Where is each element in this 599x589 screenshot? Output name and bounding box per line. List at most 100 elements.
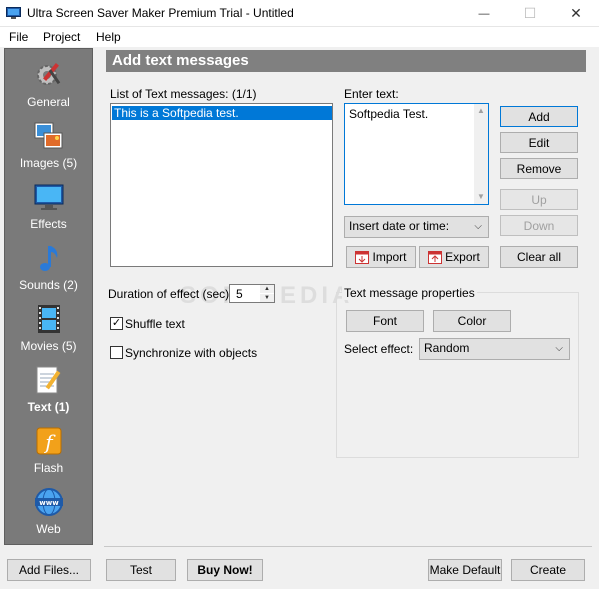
create-label: Create bbox=[529, 563, 567, 577]
add-button[interactable]: Add bbox=[500, 106, 578, 127]
footer-divider bbox=[104, 546, 592, 547]
remove-button[interactable]: Remove bbox=[500, 158, 578, 179]
insert-date-select[interactable]: Insert date or time: ⌵ bbox=[344, 216, 489, 238]
enter-text-field[interactable]: Softpedia Test. ▲ ▼ bbox=[344, 103, 489, 205]
title-bar: Ultra Screen Saver Maker Premium Trial -… bbox=[0, 0, 599, 27]
gear-tools-icon bbox=[37, 63, 61, 85]
maximize-icon: ☐ bbox=[523, 5, 537, 21]
minimize-icon: — bbox=[478, 7, 490, 20]
sidebar-item-label: Sounds (2) bbox=[19, 278, 78, 292]
maximize-button[interactable]: ☐ bbox=[507, 0, 553, 27]
sidebar: General Images (5) Effects Sounds (2) Mo… bbox=[4, 48, 93, 545]
scroll-down-icon[interactable]: ▼ bbox=[477, 192, 485, 201]
edit-button-label: Edit bbox=[528, 135, 550, 150]
images-icon bbox=[34, 122, 63, 149]
font-button-label: Font bbox=[372, 314, 397, 328]
import-button-label: Import bbox=[372, 250, 407, 264]
close-icon: ✕ bbox=[570, 5, 582, 21]
sidebar-item-flash[interactable]: f Flash bbox=[5, 421, 92, 482]
test-label: Test bbox=[129, 563, 152, 577]
text-scrollbar[interactable]: ▲ ▼ bbox=[474, 104, 488, 204]
enter-text-label: Enter text: bbox=[344, 87, 399, 101]
chevron-down-icon: ⌵ bbox=[555, 343, 563, 354]
buy-now-button[interactable]: Buy Now! bbox=[187, 559, 263, 581]
import-button[interactable]: Import bbox=[346, 246, 416, 268]
menu-bar: File Project Help bbox=[0, 27, 599, 47]
stepper-down-icon[interactable]: ▼ bbox=[260, 294, 274, 302]
import-icon bbox=[355, 250, 370, 264]
checkmark-icon: ✓ bbox=[111, 317, 122, 329]
close-button[interactable]: ✕ bbox=[553, 0, 599, 27]
make-default-label: Make Default bbox=[429, 563, 501, 577]
add-files-label: Add Files... bbox=[18, 563, 80, 577]
export-button[interactable]: Export bbox=[419, 246, 489, 268]
sidebar-item-label: Text (1) bbox=[27, 400, 70, 414]
duration-stepper[interactable]: 5 ▲ ▼ bbox=[229, 284, 275, 303]
test-button[interactable]: Test bbox=[106, 559, 176, 581]
notepad-pencil-icon bbox=[36, 366, 61, 394]
shuffle-label[interactable]: Shuffle text bbox=[125, 317, 185, 331]
up-button[interactable]: Up bbox=[500, 189, 578, 210]
create-button[interactable]: Create bbox=[511, 559, 585, 581]
add-button-label: Add bbox=[528, 109, 550, 124]
chevron-down-icon: ⌵ bbox=[474, 221, 482, 232]
color-button-label: Color bbox=[457, 314, 487, 328]
sidebar-item-images[interactable]: Images (5) bbox=[5, 116, 92, 177]
sidebar-item-label: Images (5) bbox=[19, 156, 78, 170]
sidebar-item-general[interactable]: General bbox=[5, 55, 92, 116]
messages-list[interactable]: This is a Softpedia test. bbox=[110, 103, 333, 267]
sidebar-item-effects[interactable]: Effects bbox=[5, 177, 92, 238]
color-button[interactable]: Color bbox=[433, 310, 511, 332]
select-effect-label: Select effect: bbox=[344, 342, 414, 356]
list-item[interactable]: This is a Softpedia test. bbox=[112, 106, 332, 120]
shuffle-checkbox[interactable]: ✓ bbox=[110, 317, 123, 330]
remove-button-label: Remove bbox=[516, 161, 562, 176]
film-icon bbox=[38, 305, 60, 333]
sidebar-item-sounds[interactable]: Sounds (2) bbox=[5, 238, 92, 299]
buy-now-label: Buy Now! bbox=[197, 563, 253, 577]
sidebar-item-label: General bbox=[27, 95, 70, 109]
down-button-label: Down bbox=[523, 218, 555, 233]
menu-project[interactable]: Project bbox=[43, 30, 80, 44]
flash-icon: f bbox=[36, 427, 62, 455]
page-title: Add text messages bbox=[106, 50, 586, 72]
select-effect-dropdown[interactable]: Random ⌵ bbox=[419, 338, 570, 360]
window-title: Ultra Screen Saver Maker Premium Trial -… bbox=[27, 6, 294, 20]
text-properties-title: Text message properties bbox=[342, 286, 477, 300]
select-effect-value: Random bbox=[424, 341, 470, 355]
music-note-icon bbox=[40, 246, 58, 271]
messages-list-label: List of Text messages: (1/1) bbox=[110, 87, 257, 101]
sidebar-item-label: Effects bbox=[30, 217, 67, 231]
sidebar-item-label: Flash bbox=[33, 461, 64, 475]
sidebar-item-text[interactable]: Text (1) bbox=[5, 360, 92, 421]
down-button[interactable]: Down bbox=[500, 215, 578, 236]
stepper-up-icon[interactable]: ▲ bbox=[260, 285, 274, 293]
app-monitor-icon bbox=[6, 7, 21, 19]
sidebar-item-label: Movies (5) bbox=[20, 339, 77, 353]
font-button[interactable]: Font bbox=[346, 310, 424, 332]
edit-button[interactable]: Edit bbox=[500, 132, 578, 153]
make-default-button[interactable]: Make Default bbox=[428, 559, 502, 581]
enter-text-value: Softpedia Test. bbox=[349, 107, 429, 121]
up-button-label: Up bbox=[531, 192, 547, 207]
www-globe-icon: www bbox=[35, 488, 63, 516]
menu-help[interactable]: Help bbox=[96, 30, 121, 44]
synchronize-label[interactable]: Synchronize with objects bbox=[125, 346, 257, 360]
menu-file[interactable]: File bbox=[9, 30, 28, 44]
scroll-up-icon[interactable]: ▲ bbox=[477, 106, 485, 115]
svg-text:www: www bbox=[39, 499, 59, 507]
monitor-icon bbox=[34, 184, 64, 210]
sidebar-item-label: Web bbox=[36, 522, 61, 536]
duration-label: Duration of effect (sec): bbox=[108, 287, 233, 301]
minimize-button[interactable]: — bbox=[461, 0, 507, 27]
duration-value: 5 bbox=[236, 287, 243, 301]
clear-all-button-label: Clear all bbox=[516, 250, 561, 264]
clear-all-button[interactable]: Clear all bbox=[500, 246, 578, 268]
export-icon bbox=[428, 250, 443, 264]
export-button-label: Export bbox=[445, 250, 480, 264]
insert-date-select-value: Insert date or time: bbox=[349, 219, 450, 233]
sidebar-item-web[interactable]: www Web bbox=[5, 482, 92, 543]
synchronize-checkbox[interactable] bbox=[110, 346, 123, 359]
sidebar-item-movies[interactable]: Movies (5) bbox=[5, 299, 92, 360]
add-files-button[interactable]: Add Files... bbox=[7, 559, 91, 581]
